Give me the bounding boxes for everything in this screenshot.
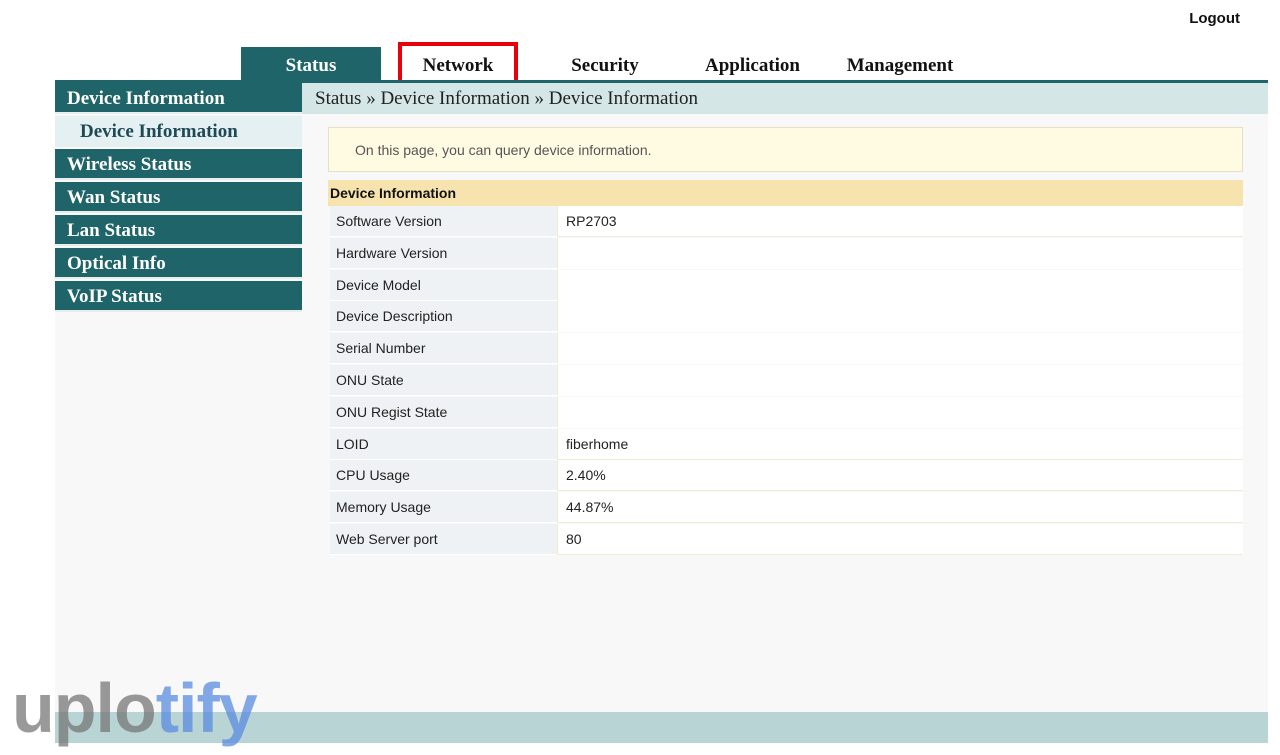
breadcrumb: Status » Device Information » Device Inf…	[302, 83, 1268, 114]
table-row: Hardware Version	[330, 237, 1243, 270]
table-row: CPU Usage 2.40%	[330, 460, 1243, 492]
row-value	[557, 365, 1243, 396]
info-note: On this page, you can query device infor…	[328, 127, 1243, 172]
row-value: 44.87%	[557, 492, 1243, 524]
table-row: LOID fiberhome	[330, 428, 1243, 461]
row-label: ONU State	[330, 365, 557, 396]
tab-management[interactable]: Management	[835, 47, 965, 80]
row-label: Serial Number	[330, 333, 557, 365]
row-value: 2.40%	[557, 460, 1243, 492]
row-label: LOID	[330, 428, 557, 460]
row-value	[557, 269, 1243, 301]
row-label: Web Server port	[330, 524, 557, 555]
table-row: Device Description	[330, 301, 1243, 333]
sidebar-subitem-device-information[interactable]: Device Information	[55, 116, 302, 147]
row-value: RP2703	[557, 206, 1243, 237]
tab-security[interactable]: Security	[545, 47, 665, 80]
table-row: ONU Regist State	[330, 396, 1243, 429]
row-label: Hardware Version	[330, 237, 557, 269]
row-value: 80	[557, 524, 1243, 555]
sidebar-item-lan-status[interactable]: Lan Status	[55, 215, 302, 246]
row-label: Memory Usage	[330, 492, 557, 524]
row-value	[557, 333, 1243, 365]
sidebar-item-voip-status[interactable]: VoIP Status	[55, 281, 302, 312]
tab-status[interactable]: Status	[241, 47, 381, 80]
table-row: Software Version RP2703	[330, 206, 1243, 238]
sidebar-item-device-information[interactable]: Device Information	[55, 83, 302, 114]
table-row: Serial Number	[330, 333, 1243, 365]
row-value	[557, 396, 1243, 428]
table-title: Device Information	[328, 180, 1243, 206]
row-label: Device Model	[330, 269, 557, 301]
row-label: Software Version	[330, 206, 557, 237]
row-value	[557, 301, 1243, 333]
sidebar-item-wan-status[interactable]: Wan Status	[55, 182, 302, 213]
sidebar-item-optical-info[interactable]: Optical Info	[55, 248, 302, 279]
sidebar-item-wireless-status[interactable]: Wireless Status	[55, 149, 302, 180]
row-label: CPU Usage	[330, 460, 557, 492]
row-value: fiberhome	[557, 428, 1243, 460]
table-row: Memory Usage 44.87%	[330, 492, 1243, 524]
logout-link[interactable]: Logout	[1189, 10, 1240, 27]
watermark-logo: uplotify	[12, 669, 258, 747]
table-row: Web Server port 80	[330, 524, 1243, 556]
row-label: Device Description	[330, 301, 557, 333]
row-value	[557, 237, 1243, 269]
tab-application[interactable]: Application	[690, 47, 815, 80]
row-label: ONU Regist State	[330, 396, 557, 428]
table-row: ONU State	[330, 365, 1243, 397]
table-row: Device Model	[330, 269, 1243, 302]
